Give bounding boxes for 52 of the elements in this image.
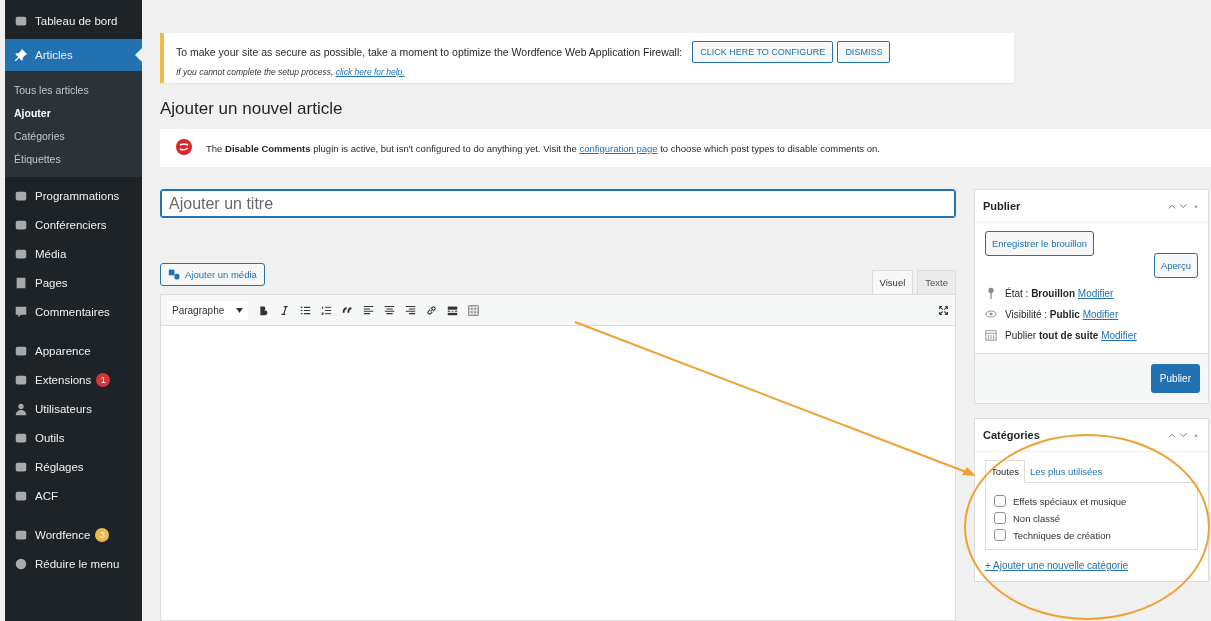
sidebar-item[interactable]: Média — [5, 239, 142, 268]
modify-link[interactable]: Modifier — [1082, 308, 1119, 320]
editor-tab[interactable]: Visuel — [871, 270, 914, 294]
page-title: Ajouter un nouvel article — [160, 99, 344, 119]
submenu-item[interactable]: Ajouter — [5, 102, 142, 125]
category-label: Effets spéciaux et musique — [1013, 495, 1127, 507]
notice-button[interactable]: CLICK HERE TO CONFIGURE — [692, 41, 834, 63]
add-media-button[interactable]: Ajouter un média — [160, 263, 265, 286]
status-text: Visibilité : Public Modifier — [1005, 308, 1119, 320]
submenu-item[interactable]: Étiquettes — [5, 148, 142, 171]
editor-area[interactable]: Paragraphe — [160, 294, 956, 621]
editor-tab[interactable]: Texte — [917, 270, 956, 294]
preview-button[interactable]: Aperçu — [1153, 253, 1198, 278]
sidebar-item[interactable]: Outils — [5, 423, 142, 452]
sidebar-item[interactable]: Réduire le menu — [5, 549, 142, 578]
status-text: Publier tout de suite Modifier — [1005, 329, 1137, 341]
panel-title: Publier — [983, 200, 1021, 212]
save-draft-button[interactable]: Enregistrer le brouillon — [985, 231, 1095, 256]
notice-text: The Disable Comments plugin is active, but isn't configured to do anything yet. Visit the configuration page to choose which post types to disable comments on. — [206, 142, 880, 154]
sidebar-item[interactable]: Apparence — [5, 336, 142, 365]
category-label: Non classé — [1013, 512, 1060, 524]
modify-link[interactable]: Modifier — [1101, 329, 1137, 341]
count-badge: 1 — [96, 372, 111, 387]
category-tab[interactable]: Les plus utilisées — [1025, 460, 1108, 482]
sidebar-item[interactable]: Conférenciers — [5, 210, 142, 239]
publish-button[interactable]: Publier — [1150, 364, 1200, 393]
sidebar-item[interactable]: Wordfence 3 — [5, 520, 142, 549]
category-label: Techniques de création — [1013, 529, 1111, 541]
sidebar-item[interactable]: Articles — [5, 39, 142, 71]
add-category-link[interactable]: + Ajouter une nouvelle catégorie — [985, 560, 1129, 571]
sidebar-item[interactable]: Utilisateurs — [5, 394, 142, 423]
configuration-link[interactable]: configuration page — [579, 142, 658, 154]
modify-link[interactable]: Modifier — [1077, 287, 1114, 299]
submenu-item[interactable]: Tous les articles — [5, 79, 142, 102]
sidebar-item[interactable]: Réglages — [5, 452, 142, 481]
sidebar-item[interactable]: Tableau de bord — [5, 6, 142, 35]
notice-text: To make your site as secure as possible, take a moment to optimize the Wordfence Web Application Firewall: — [176, 46, 683, 58]
sidebar-item[interactable]: Extensions 1 — [5, 365, 142, 394]
help-link[interactable]: click here for help. — [335, 67, 405, 77]
count-badge: 3 — [95, 527, 110, 542]
sidebar-item[interactable]: Pages — [5, 268, 142, 297]
help-text: If you cannot complete the setup process, click here for help. — [176, 67, 406, 77]
status-text: État : Brouillon Modifier — [1005, 287, 1114, 299]
notice-button[interactable]: DISMISS — [837, 41, 891, 63]
sidebar-item[interactable]: Commentaires — [5, 297, 142, 326]
category-tab[interactable]: Toutes — [985, 460, 1025, 483]
panel-title: Catégories — [983, 429, 1040, 441]
title-field[interactable]: Ajouter un titre — [160, 189, 956, 218]
submenu-item[interactable]: Catégories — [5, 125, 142, 148]
format-dropdown[interactable]: Paragraphe — [167, 300, 249, 320]
sidebar-item[interactable]: Programmations — [5, 181, 142, 210]
sidebar-item[interactable]: ACF — [5, 481, 142, 510]
